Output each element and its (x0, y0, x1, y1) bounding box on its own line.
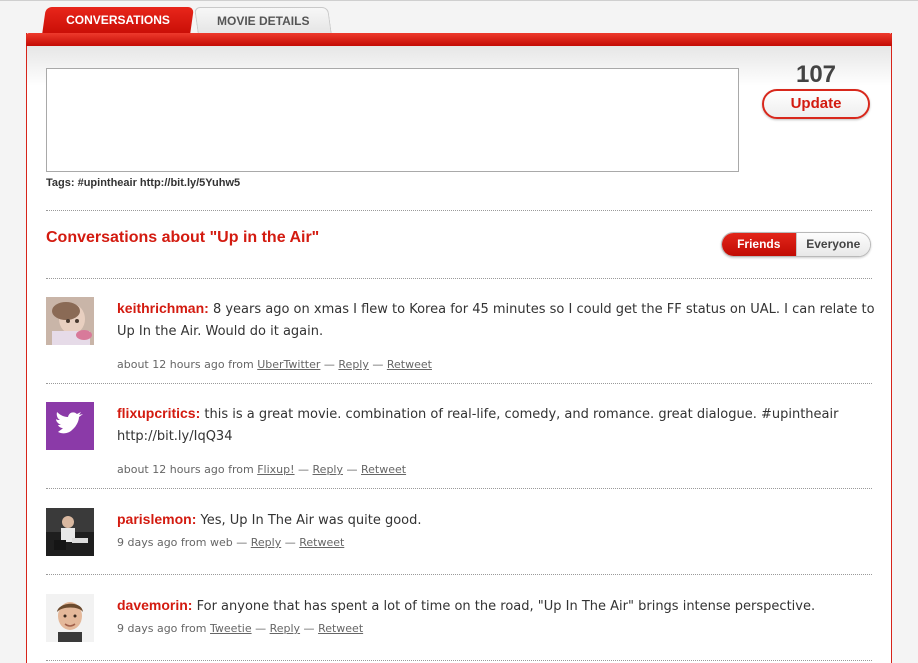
tab-label: CONVERSATIONS (66, 13, 171, 27)
separator: — (368, 358, 387, 371)
divider (46, 383, 872, 384)
conversation-text: flixupcritics: this is a great movie. co… (117, 402, 877, 448)
update-button[interactable]: Update (762, 89, 870, 119)
retweet-link[interactable]: Retweet (318, 622, 363, 635)
separator: — (251, 622, 270, 635)
divider (46, 488, 872, 489)
separator: — (320, 358, 339, 371)
timestamp: 9 days ago from web (117, 536, 233, 549)
toggle-friends[interactable]: Friends (722, 233, 796, 256)
panel-body: Tags: #upintheair http://bit.ly/5Yuhw5 1… (27, 46, 891, 663)
conversation-meta: about 12 hours ago from UberTwitter — Re… (117, 358, 432, 371)
panel-header-bar (26, 33, 892, 46)
conversation-text: keithrichman: 8 years ago on xmas I flew… (117, 297, 877, 343)
toggle-everyone[interactable]: Everyone (795, 233, 870, 256)
username-link[interactable]: davemorin: (117, 597, 192, 613)
divider (46, 574, 872, 575)
reply-link[interactable]: Reply (313, 463, 343, 476)
retweet-link[interactable]: Retweet (361, 463, 406, 476)
retweet-link[interactable]: Retweet (299, 536, 344, 549)
divider (46, 660, 872, 661)
character-count: 107 (795, 61, 837, 88)
message-body: For anyone that has spent a lot of time … (192, 599, 816, 614)
top-divider (0, 0, 918, 1)
conversation-meta: 9 days ago from web — Reply — Retweet (117, 536, 344, 549)
conversation-meta: about 12 hours ago from Flixup! — Reply … (117, 463, 406, 476)
separator: — (281, 536, 300, 549)
divider (46, 210, 872, 211)
retweet-link[interactable]: Retweet (387, 358, 432, 371)
source-link[interactable]: Flixup! (257, 463, 294, 476)
section-title: Conversations about "Up in the Air" (46, 229, 320, 246)
timestamp: about 12 hours ago from (117, 358, 258, 371)
user-avatar[interactable] (46, 297, 94, 345)
source-link[interactable]: UberTwitter (257, 358, 320, 371)
conversation-text: parislemon: Yes, Up In The Air was quite… (117, 508, 877, 532)
separator: — (343, 463, 361, 476)
message-body: this is a great movie. combination of re… (117, 407, 839, 444)
audience-toggle: Friends Everyone (721, 232, 871, 257)
tab-movie-details[interactable]: MOVIE DETAILS (194, 7, 332, 35)
conversations-panel: Tags: #upintheair http://bit.ly/5Yuhw5 1… (26, 33, 892, 663)
username-link[interactable]: flixupcritics: (117, 405, 200, 421)
twitter-bird-icon[interactable] (46, 402, 94, 450)
timestamp: about 12 hours ago from (117, 463, 258, 476)
message-body: Yes, Up In The Air was quite good. (196, 513, 422, 528)
username-link[interactable]: keithrichman: (117, 300, 209, 316)
separator: — (300, 622, 319, 635)
user-avatar[interactable] (46, 594, 94, 642)
user-avatar[interactable] (46, 508, 94, 556)
tab-label: MOVIE DETAILS (216, 14, 310, 28)
username-link[interactable]: parislemon: (117, 511, 196, 527)
timestamp: 9 days ago from (117, 622, 211, 635)
tags-label: Tags: #upintheair http://bit.ly/5Yuhw5 (46, 177, 241, 189)
conversation-text: davemorin: For anyone that has spent a l… (117, 594, 877, 618)
reply-link[interactable]: Reply (338, 358, 368, 371)
source-link[interactable]: Tweetie (210, 622, 252, 635)
reply-link[interactable]: Reply (270, 622, 300, 635)
reply-link[interactable]: Reply (251, 536, 281, 549)
message-body: 8 years ago on xmas I flew to Korea for … (117, 302, 875, 339)
conversation-meta: 9 days ago from Tweetie — Reply — Retwee… (117, 622, 363, 635)
compose-textarea[interactable] (46, 68, 739, 172)
separator: — (294, 463, 313, 476)
separator: — (232, 536, 251, 549)
tab-conversations[interactable]: CONVERSATIONS (42, 7, 194, 35)
divider (46, 278, 872, 279)
